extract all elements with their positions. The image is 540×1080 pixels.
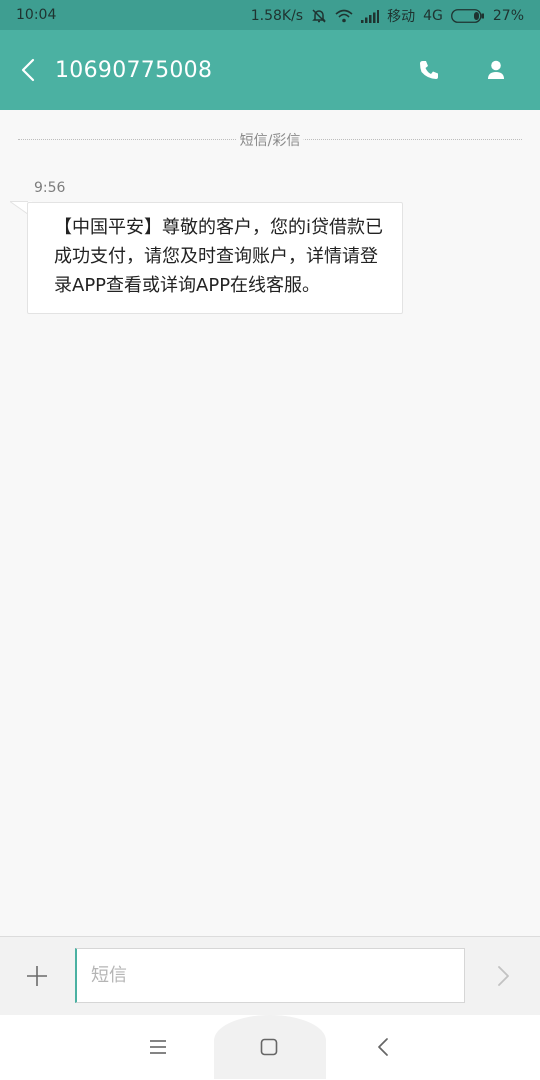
message-bubble[interactable]: 【中国平安】尊敬的客户，您的i贷借款已成功支付，请您及时查询账户，详情请登录AP… <box>27 202 403 314</box>
app-bar: 10690775008 <box>0 30 540 110</box>
carrier-label: 移动 <box>387 9 416 25</box>
back-button[interactable] <box>14 54 44 86</box>
battery-percentage: 27% <box>492 8 524 24</box>
call-button[interactable] <box>414 55 444 85</box>
home-button[interactable] <box>259 1037 279 1057</box>
composer <box>0 936 540 1015</box>
recent-apps-button[interactable] <box>146 1037 170 1057</box>
system-back-button[interactable] <box>374 1035 394 1059</box>
message-text: 【中国平安】尊敬的客户，您的i贷借款已成功支付，请您及时查询账户，详情请登录AP… <box>54 217 383 296</box>
contact-icon <box>488 60 504 79</box>
network-type: 4G <box>423 8 443 24</box>
status-time: 10:04 <box>16 7 57 23</box>
home-icon <box>260 1038 278 1056</box>
send-icon <box>498 966 509 986</box>
signal-icon <box>361 9 380 23</box>
back-icon <box>378 1038 388 1056</box>
plus-icon <box>27 966 47 986</box>
network-speed: 1.58K/s <box>250 8 304 24</box>
status-indicators: 1.58K/s 移动 4G 27% <box>251 6 524 26</box>
back-icon <box>21 58 35 82</box>
mute-icon <box>311 8 327 24</box>
conversation-title: 10690775008 <box>55 58 213 83</box>
send-button[interactable] <box>492 963 514 989</box>
battery-icon <box>450 9 485 23</box>
status-bar: 10:04 1.58K/s 移动 4G 27% <box>0 0 540 30</box>
sms-input[interactable] <box>75 948 465 1003</box>
contact-button[interactable] <box>481 55 511 85</box>
attach-button[interactable] <box>24 963 50 989</box>
wifi-icon <box>335 9 353 23</box>
menu-icon <box>150 1040 166 1054</box>
channel-label: 短信/彩信 <box>236 130 304 150</box>
phone-icon <box>420 61 438 79</box>
navigation-bar <box>0 1015 540 1080</box>
channel-divider: 短信/彩信 <box>18 130 522 150</box>
message-timestamp: 9:56 <box>34 180 66 196</box>
